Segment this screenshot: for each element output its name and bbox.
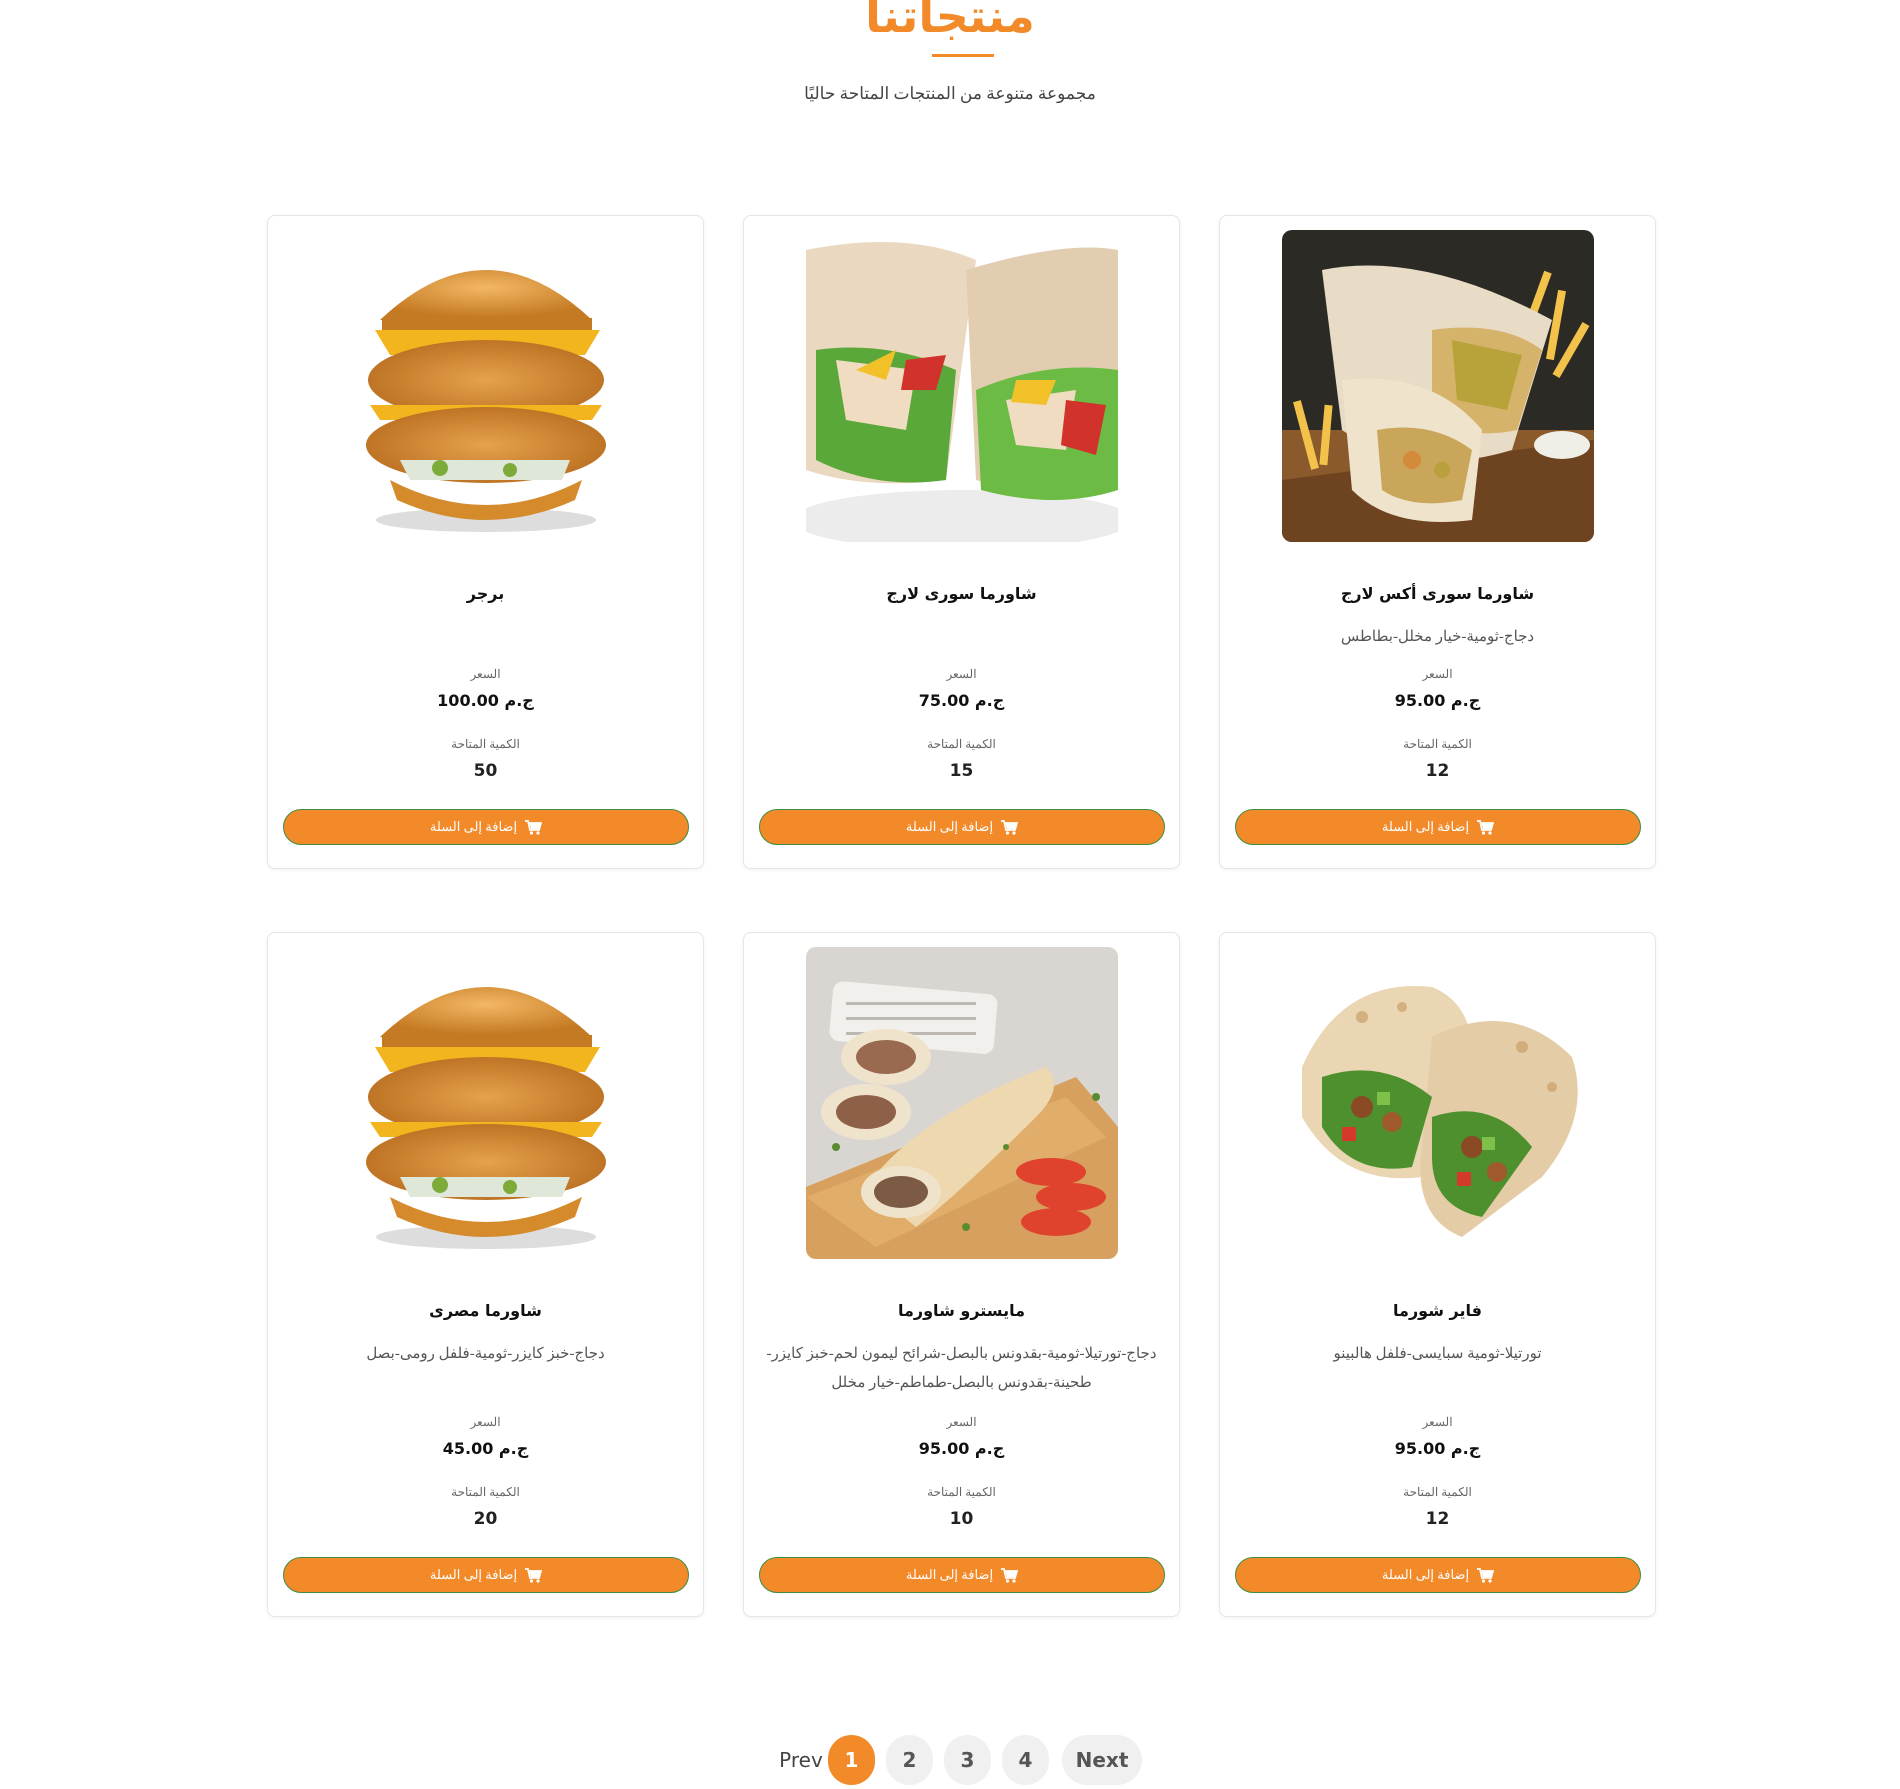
product-image (806, 947, 1118, 1259)
quantity-label: الكمية المتاحة (1403, 1485, 1472, 1499)
add-to-cart-button[interactable]: إضافة إلى السلة (1235, 809, 1641, 845)
add-to-cart-label: إضافة إلى السلة (905, 819, 994, 834)
next-page-button[interactable]: Next (1062, 1735, 1142, 1785)
add-to-cart-label: إضافة إلى السلة (905, 1567, 994, 1582)
products-page: منتجاتنا مجموعة متنوعة من المنتجات المتا… (0, 0, 1900, 1789)
quantity-value: 50 (473, 761, 498, 781)
product-image (806, 230, 1118, 542)
add-to-cart-button[interactable]: إضافة إلى السلة (283, 809, 689, 845)
quantity-label: الكمية المتاحة (451, 1485, 520, 1499)
pagination: Prev 1 2 3 4 Next (0, 1735, 1900, 1789)
shawarma-fries-photo (1282, 230, 1594, 542)
product-image (330, 230, 642, 542)
product-card: برجر السعر ج.م 100.00 الكمية المتاحة 50 … (267, 215, 704, 869)
add-to-cart-button[interactable]: إضافة إلى السلة (759, 1557, 1165, 1593)
product-name: شاورما سورى أكس لارج (1340, 584, 1535, 603)
price-value: ج.م 100.00 (437, 691, 534, 710)
product-description: تورتيلا-ثومية سبايسى-فلفل هالبينو (1333, 1346, 1542, 1362)
maestro-shawarma-photo (806, 947, 1118, 1259)
chicken-wrap-photo (806, 230, 1118, 542)
add-to-cart-label: إضافة إلى السلة (429, 819, 518, 834)
add-to-cart-label: إضافة إلى السلة (1381, 1567, 1470, 1582)
price-value: ج.م 75.00 (918, 691, 1005, 710)
cart-icon (525, 819, 543, 835)
product-card: شاورما مصرى دجاج-خبز كايزر-ثومية-فلفل رو… (267, 932, 704, 1617)
price-label: السعر (470, 1415, 501, 1429)
product-name: برجر (466, 584, 505, 603)
page-button-2[interactable]: 2 (886, 1735, 933, 1785)
quantity-value: 10 (949, 1509, 974, 1529)
product-info: السعر ج.م 95.00 الكمية المتاحة 12 (1220, 1414, 1655, 1530)
cart-icon (525, 1567, 543, 1583)
product-image (1282, 947, 1594, 1259)
product-info: السعر ج.م 95.00 الكمية المتاحة 10 (744, 1414, 1179, 1530)
price-value: ج.م 95.00 (1394, 691, 1481, 710)
product-card: مايسترو شاورما دجاج-تورتيلا-ثومية-بقدونس… (743, 932, 1180, 1617)
product-name: مايسترو شاورما (897, 1301, 1025, 1320)
page-subtitle: مجموعة متنوعة من المنتجات المتاحة حاليًا (804, 84, 1096, 103)
chicken-burger-photo (330, 947, 642, 1259)
add-to-cart-label: إضافة إلى السلة (429, 1567, 518, 1582)
page-title: منتجاتنا (865, 0, 1035, 43)
quantity-value: 12 (1425, 1509, 1450, 1529)
price-label: السعر (946, 1415, 977, 1429)
product-card: شاورما سورى أكس لارج دجاج-ثومية-خيار مخل… (1219, 215, 1656, 869)
price-label: السعر (1422, 1415, 1453, 1429)
quantity-label: الكمية المتاحة (1403, 737, 1472, 751)
product-image (330, 947, 642, 1259)
quantity-value: 20 (473, 1509, 498, 1529)
fire-wrap-photo (1282, 947, 1594, 1259)
cart-icon (1477, 819, 1495, 835)
price-label: السعر (1422, 667, 1453, 681)
product-info: السعر ج.م 100.00 الكمية المتاحة 50 (268, 666, 703, 782)
product-name: شاورما مصرى (429, 1301, 542, 1320)
product-info: السعر ج.م 45.00 الكمية المتاحة 20 (268, 1414, 703, 1530)
price-label: السعر (470, 667, 501, 681)
product-card: شاورما سورى لارج السعر ج.م 75.00 الكمية … (743, 215, 1180, 869)
add-to-cart-label: إضافة إلى السلة (1381, 819, 1470, 834)
product-name: فاير شورما (1393, 1301, 1482, 1320)
cart-icon (1477, 1567, 1495, 1583)
chicken-burger-photo (330, 230, 642, 542)
product-name: شاورما سورى لارج (886, 584, 1037, 603)
page-button-3[interactable]: 3 (944, 1735, 991, 1785)
page-button-4[interactable]: 4 (1002, 1735, 1049, 1785)
price-value: ج.م 95.00 (918, 1439, 1005, 1458)
product-description: دجاج-تورتيلا-ثومية-بقدونس بالبصل-شرائح ل… (766, 1346, 1157, 1391)
quantity-value: 12 (1425, 761, 1450, 781)
cart-icon (1001, 819, 1019, 835)
add-to-cart-button[interactable]: إضافة إلى السلة (283, 1557, 689, 1593)
quantity-label: الكمية المتاحة (451, 737, 520, 751)
product-image (1282, 230, 1594, 542)
price-value: ج.م 95.00 (1394, 1439, 1481, 1458)
add-to-cart-button[interactable]: إضافة إلى السلة (1235, 1557, 1641, 1593)
page-button-1[interactable]: 1 (828, 1735, 875, 1785)
product-info: السعر ج.م 95.00 الكمية المتاحة 12 (1220, 666, 1655, 782)
add-to-cart-button[interactable]: إضافة إلى السلة (759, 809, 1165, 845)
quantity-label: الكمية المتاحة (927, 737, 996, 751)
price-label: السعر (946, 667, 977, 681)
quantity-value: 15 (949, 761, 974, 781)
prev-page-button[interactable]: Prev (777, 1735, 825, 1785)
price-value: ج.م 45.00 (442, 1439, 529, 1458)
quantity-label: الكمية المتاحة (927, 1485, 996, 1499)
title-underline (932, 54, 994, 57)
product-info: السعر ج.م 75.00 الكمية المتاحة 15 (744, 666, 1179, 782)
cart-icon (1001, 1567, 1019, 1583)
product-card: فاير شورما تورتيلا-ثومية سبايسى-فلفل هال… (1219, 932, 1656, 1617)
product-description: دجاج-خبز كايزر-ثومية-فلفل رومى-بصل (366, 1346, 605, 1362)
product-description: دجاج-ثومية-خيار مخلل-بطاطس (1340, 629, 1535, 645)
